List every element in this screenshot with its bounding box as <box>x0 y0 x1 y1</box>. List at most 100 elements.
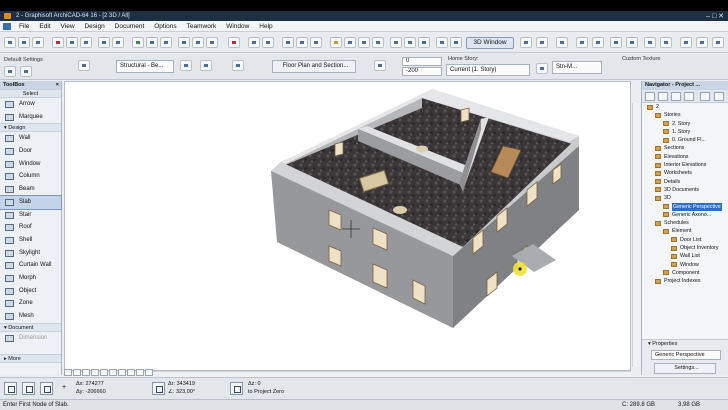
design-section[interactable]: ▾ Design <box>0 123 61 133</box>
tree-item[interactable]: Object Inventory <box>642 244 728 252</box>
zoom-out-icon[interactable] <box>73 369 81 376</box>
tree-item[interactable]: Generic Axono... <box>642 211 728 219</box>
camera-icon[interactable] <box>592 37 604 48</box>
tree-item[interactable]: 3D Documents <box>642 186 728 194</box>
more-section[interactable]: ▸ More <box>0 354 61 364</box>
view-map-icon[interactable] <box>658 92 668 101</box>
3d-viewport[interactable] <box>64 81 631 371</box>
menu-teamwork[interactable]: Teamwork <box>183 21 221 32</box>
style-icon[interactable] <box>626 37 638 48</box>
reference-icon[interactable] <box>262 37 274 48</box>
layout-book-icon[interactable] <box>671 92 681 101</box>
tool-wall[interactable]: Wall <box>0 132 61 145</box>
next-view-icon[interactable] <box>118 369 126 376</box>
tree-item[interactable]: Schedules <box>642 219 728 227</box>
top-elevation-field[interactable]: 0 <box>402 57 442 66</box>
tool-object[interactable]: Object <box>0 285 61 298</box>
navigator-help-icon[interactable] <box>714 92 724 101</box>
tree-item[interactable]: 1. Story <box>642 128 728 136</box>
redo-icon[interactable] <box>112 37 124 48</box>
distance-icon[interactable] <box>152 382 165 395</box>
guide-icon[interactable] <box>206 37 218 48</box>
material-dropdown[interactable]: Stn-M... <box>552 61 602 74</box>
elevation-icon[interactable] <box>372 37 384 48</box>
reset-view-icon[interactable] <box>127 369 135 376</box>
detail-icon[interactable] <box>436 37 448 48</box>
view-options-icon[interactable] <box>145 369 153 376</box>
trace-icon[interactable] <box>248 37 260 48</box>
3d-window-button[interactable]: 3D Window <box>466 37 514 49</box>
explore-icon[interactable] <box>536 37 548 48</box>
menu-document[interactable]: Document <box>111 21 149 32</box>
app-menu-icon[interactable] <box>3 23 11 30</box>
document-section[interactable]: ▾ Document <box>0 322 61 332</box>
tool-beam[interactable]: Beam <box>0 183 61 196</box>
3d-document-icon[interactable] <box>450 37 462 48</box>
render-icon[interactable] <box>330 37 342 48</box>
snap-grid-icon[interactable] <box>296 37 308 48</box>
tree-item[interactable]: Stories <box>642 111 728 119</box>
polar-icon[interactable] <box>22 382 35 395</box>
magic-wand-icon[interactable] <box>178 37 190 48</box>
layers-icon[interactable] <box>132 37 144 48</box>
close-coordinate-icon[interactable] <box>230 382 243 395</box>
settings-button[interactable]: Settings... <box>654 363 716 374</box>
cut-icon[interactable] <box>52 37 64 48</box>
filter-icon[interactable] <box>660 37 672 48</box>
rotated-rectangle-icon[interactable] <box>232 60 244 71</box>
publisher-icon[interactable] <box>684 92 694 101</box>
tree-item[interactable]: Element <box>642 227 728 235</box>
project-zero-ref[interactable]: to Project Zero <box>248 389 284 396</box>
tool-marquee[interactable]: Marquee <box>0 111 61 124</box>
menu-view[interactable]: View <box>57 21 79 32</box>
tool-mesh[interactable]: Mesh <box>0 310 61 323</box>
close-icon[interactable]: × <box>56 81 59 89</box>
project-map-icon[interactable] <box>645 92 655 101</box>
floor-plan-section-button[interactable]: Floor Plan and Section... <box>272 60 356 73</box>
copy-icon[interactable] <box>66 37 78 48</box>
view-name-field[interactable]: Generic Perspective <box>651 350 721 360</box>
favorites-icon[interactable] <box>4 66 16 77</box>
home-icon[interactable] <box>228 37 240 48</box>
tree-item[interactable]: Interior Elevations <box>642 161 728 169</box>
vertical-scrollbar[interactable] <box>632 103 640 367</box>
publish-icon[interactable] <box>680 37 692 48</box>
angle-value[interactable]: 323,00° <box>176 389 195 395</box>
tool-roof[interactable]: Roof <box>0 221 61 234</box>
model-view-icon[interactable] <box>160 37 172 48</box>
tool-skylight[interactable]: Skylight <box>0 247 61 260</box>
ortho-icon[interactable] <box>310 37 322 48</box>
tree-item[interactable]: Sections <box>642 144 728 152</box>
walk-icon[interactable] <box>576 37 588 48</box>
tool-slab[interactable]: Slab <box>0 194 62 210</box>
home-story-dropdown[interactable]: Current (1. Story) <box>446 64 530 76</box>
tool-dimension[interactable]: Dimension <box>0 332 61 345</box>
tree-item[interactable]: Window <box>642 261 728 269</box>
menu-design[interactable]: Design <box>80 21 108 32</box>
sun-icon[interactable] <box>344 37 356 48</box>
menu-options[interactable]: Options <box>150 21 180 32</box>
slab-shape-icon[interactable] <box>180 60 192 71</box>
tree-item[interactable]: Details <box>642 178 728 186</box>
tree-item[interactable]: 0. Ground Fl... <box>642 136 728 144</box>
tool-zone[interactable]: Zone <box>0 297 61 310</box>
tool-window[interactable]: Window <box>0 158 61 171</box>
zoom-in-icon[interactable] <box>64 369 72 376</box>
tool-stair[interactable]: Stair <box>0 209 61 222</box>
navigator-options-icon[interactable] <box>700 92 710 101</box>
tree-item[interactable]: Project Indexes <box>642 277 728 285</box>
new-icon[interactable] <box>4 37 16 48</box>
menu-window[interactable]: Window <box>222 21 253 32</box>
tree-item[interactable]: Generic Perspective <box>642 202 728 211</box>
geometry-method-icon[interactable] <box>78 60 90 71</box>
z-value[interactable]: 0 <box>257 381 260 387</box>
zoom-icon[interactable] <box>556 37 568 48</box>
tool-arrow[interactable]: Arrow <box>0 98 61 111</box>
pen-sets-icon[interactable] <box>146 37 158 48</box>
orbit-view-icon[interactable] <box>100 369 108 376</box>
tree-item[interactable]: Worksheets <box>642 169 728 177</box>
interior-icon[interactable] <box>404 37 416 48</box>
worksheet-icon[interactable] <box>418 37 430 48</box>
settings-dialog-icon[interactable] <box>20 66 32 77</box>
tree-item[interactable]: 2. Story <box>642 120 728 128</box>
